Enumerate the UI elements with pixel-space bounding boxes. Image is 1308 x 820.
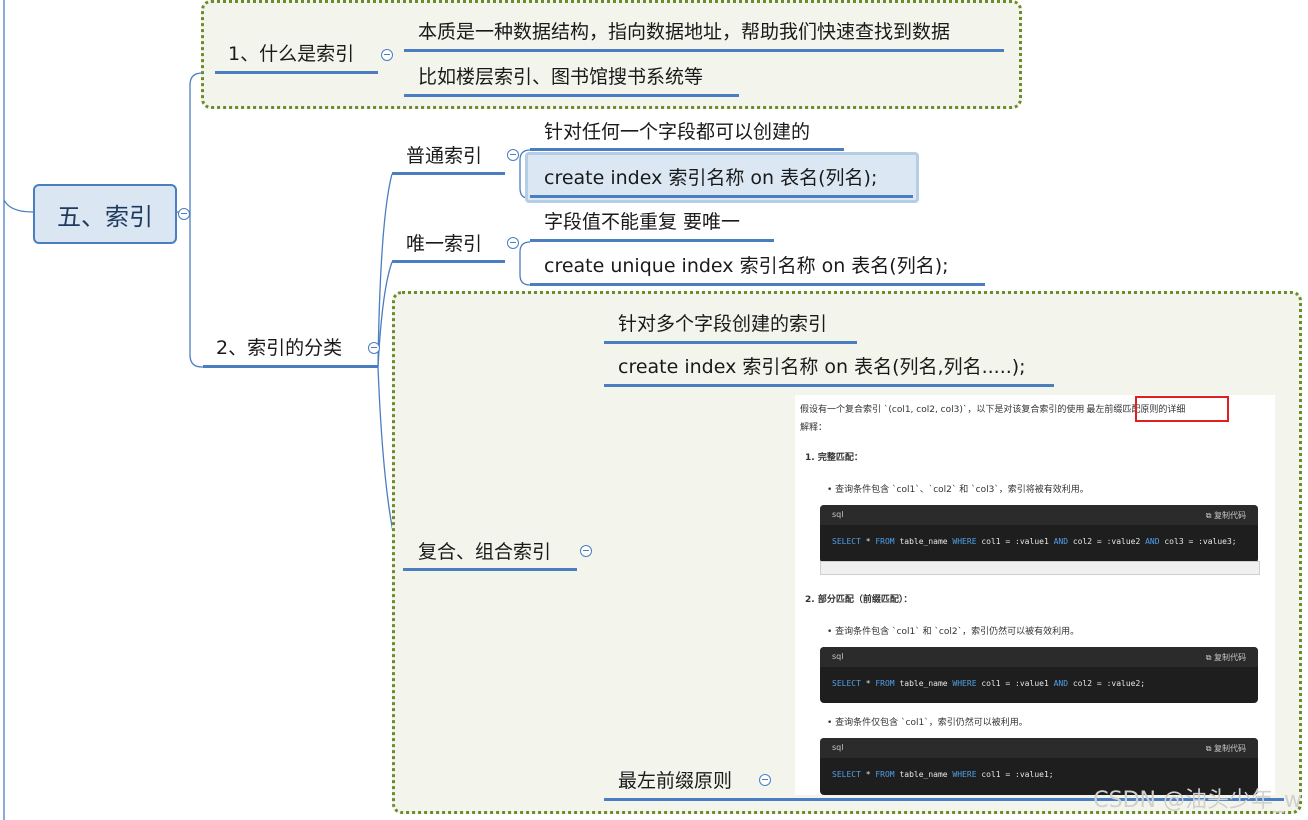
normal-index-child-2[interactable]: create index 索引名称 on 表名(列名); (544, 166, 877, 190)
doc-intro-line2: 解释： (800, 423, 828, 433)
doc-sec2-bullet2: • 查询条件仅包含 `col1`，索引仍然可以被利用。 (827, 718, 1028, 728)
root-label: 五、索引 (57, 202, 153, 231)
normal-index-child-1[interactable]: 针对任何一个字段都可以创建的 (544, 120, 810, 144)
collapse-icon[interactable] (178, 208, 190, 220)
collapse-icon[interactable] (507, 237, 519, 249)
embedded-doc-image: 假设有一个复合索引 `(col1, col2, col3)`，以下是对该复合索引… (795, 395, 1275, 795)
code-lang: sql (832, 510, 844, 519)
collapse-icon[interactable] (368, 342, 380, 354)
code-line: SELECT * FROM table_name WHERE col1 = :v… (832, 770, 1054, 779)
highlight-box (1135, 396, 1229, 422)
doc-sec1-title: 1. 完整匹配： (805, 453, 863, 463)
collapse-icon[interactable] (580, 545, 592, 557)
branch2-label[interactable]: 2、索引的分类 (216, 336, 342, 360)
composite-child-1[interactable]: 针对多个字段创建的索引 (618, 312, 827, 336)
composite-child-2-underline (604, 384, 1054, 387)
normal-index-child-2-underline (530, 195, 913, 198)
doc-sec2-title: 2. 部分匹配（前缀匹配）： (805, 595, 913, 605)
branch1-child-1-underline (404, 49, 1004, 52)
doc-intro-line1: 假设有一个复合索引 `(col1, col2, col3)`，以下是对该复合索引… (800, 405, 1186, 415)
normal-index-child-1-underline (530, 148, 844, 151)
unique-index-child-2[interactable]: create unique index 索引名称 on 表名(列名); (544, 254, 949, 278)
code-line: SELECT * FROM table_name WHERE col1 = :v… (832, 537, 1237, 546)
horizontal-scrollbar[interactable] (820, 561, 1260, 575)
doc-sec2-bullet1: • 查询条件包含 `col1` 和 `col2`，索引仍然可以被有效利用。 (827, 627, 1080, 637)
collapse-icon[interactable] (507, 149, 519, 161)
composite-child-1-underline (604, 341, 857, 344)
doc-sec1-bullet: • 查询条件包含 `col1`、`col2` 和 `col3`，索引将被有效利用… (827, 485, 1089, 495)
branch1-child-2-underline (404, 94, 739, 97)
code-lang: sql (832, 652, 844, 661)
composite-index-underline (403, 568, 577, 571)
branch2-underline (203, 365, 378, 368)
code-block: sql ⧉ 复制代码 SELECT * FROM table_name WHER… (820, 505, 1258, 563)
watermark: CSDN @油头少年_w (1093, 788, 1302, 813)
branch1-child-2[interactable]: 比如楼层索引、图书馆搜书系统等 (418, 65, 703, 89)
root-node[interactable]: 五、索引 (33, 184, 177, 244)
copy-code-button[interactable]: ⧉ 复制代码 (1206, 652, 1246, 663)
copy-code-button[interactable]: ⧉ 复制代码 (1206, 743, 1246, 754)
code-block: sql ⧉ 复制代码 SELECT * FROM table_name WHER… (820, 647, 1258, 703)
unique-index-label[interactable]: 唯一索引 (406, 232, 482, 256)
composite-child-2[interactable]: create index 索引名称 on 表名(列名,列名.....); (618, 355, 1026, 379)
branch1-underline (215, 71, 378, 74)
branch1-child-1[interactable]: 本质是一种数据结构，指向数据地址，帮助我们快速查找到数据 (418, 20, 950, 44)
code-line: SELECT * FROM table_name WHERE col1 = :v… (832, 679, 1146, 688)
collapse-icon[interactable] (759, 774, 771, 786)
leftmost-prefix-label[interactable]: 最左前缀原则 (618, 769, 732, 793)
unique-index-underline (392, 260, 505, 263)
normal-index-underline (392, 172, 505, 175)
unique-index-child-1-underline (530, 239, 774, 242)
composite-index-label[interactable]: 复合、组合索引 (418, 540, 551, 564)
normal-index-label[interactable]: 普通索引 (406, 144, 482, 168)
collapse-icon[interactable] (381, 49, 393, 61)
unique-index-child-1[interactable]: 字段值不能重复 要唯一 (544, 210, 740, 234)
unique-index-child-2-underline (530, 283, 985, 286)
copy-code-button[interactable]: ⧉ 复制代码 (1206, 510, 1246, 521)
code-lang: sql (832, 743, 844, 752)
branch1-label[interactable]: 1、什么是索引 (228, 42, 354, 66)
